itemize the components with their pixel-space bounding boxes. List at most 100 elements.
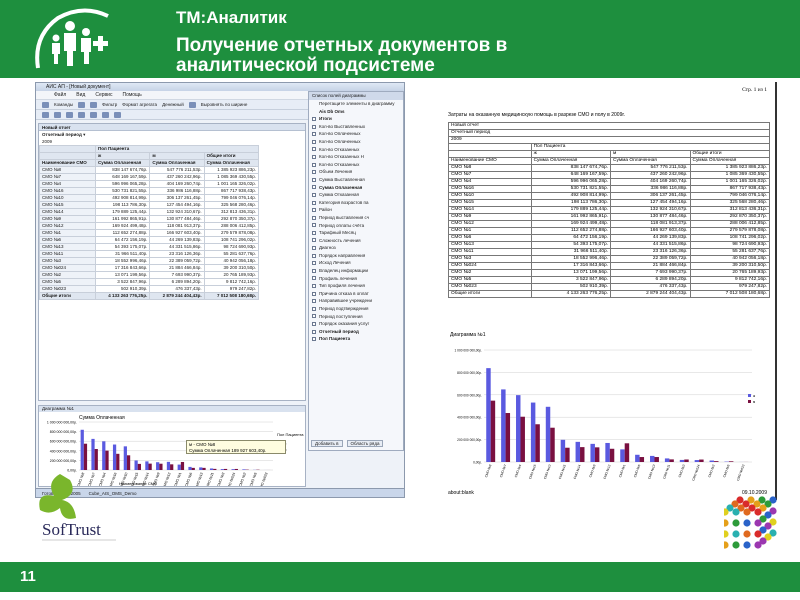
menu-file[interactable]: Файл <box>54 91 66 99</box>
filter-icon[interactable] <box>114 111 121 118</box>
checkbox[interactable] <box>312 329 316 334</box>
field-list-item[interactable]: Отчетный период <box>309 328 403 336</box>
checkbox[interactable] <box>312 208 316 213</box>
checkbox[interactable] <box>312 230 316 235</box>
table-row[interactable]: СМО №15 198 113 786,30р. 127 454 494,16р. 3… <box>39 201 260 209</box>
undo-icon[interactable] <box>42 111 49 118</box>
field-list-item[interactable]: Направившее учреждени <box>309 297 403 305</box>
field-list-item[interactable]: Владелец информации <box>309 267 403 275</box>
field-list-item[interactable]: Сложность лечения <box>309 237 403 245</box>
add-to-button[interactable]: Добавить в <box>311 440 343 447</box>
toolbar-aggregate-format[interactable]: Формат агрегата <box>122 102 157 107</box>
table-row[interactable]: СМО №4 596 996 065,28р. 404 169 260,74р. 1 … <box>39 180 260 188</box>
field-list-item[interactable]: Период оплаты счёта <box>309 222 403 230</box>
table-row[interactable]: СМО №6 64 472 156,19р. 44 269 139,83р. 108 … <box>39 236 260 244</box>
table-row[interactable]: СМО №024 17 316 843,66р. 21 884 466,84р. 39… <box>39 264 260 272</box>
menu-help[interactable]: Помощь <box>122 91 141 99</box>
sort-icon[interactable] <box>188 101 196 108</box>
field-list-item[interactable]: Итоги <box>309 115 403 123</box>
pivot-row-header[interactable]: Наименование СМО <box>39 159 97 167</box>
checkbox[interactable] <box>312 162 316 167</box>
table-icon[interactable] <box>78 111 85 118</box>
checkbox[interactable] <box>312 177 316 182</box>
checkbox[interactable] <box>312 124 316 129</box>
checkbox[interactable] <box>312 261 316 266</box>
checkbox[interactable] <box>312 306 316 311</box>
toolbar-align[interactable]: Выровнять по ширине <box>201 102 248 107</box>
table-row[interactable]: СМО №13 54 393 175,07р. 44 331 515,86р. 98 … <box>39 243 260 251</box>
checkbox[interactable] <box>312 116 316 121</box>
checkbox[interactable] <box>312 154 316 159</box>
refresh-icon[interactable] <box>102 111 109 118</box>
checkbox[interactable] <box>312 314 316 319</box>
field-list-item[interactable]: Порядок направления <box>309 252 403 260</box>
menu-service[interactable]: Сервис <box>95 91 112 99</box>
field-list-item[interactable]: Кол-во Отказанных <box>309 146 403 154</box>
checkbox[interactable] <box>312 215 316 220</box>
table-row[interactable]: СМО №2 13 071 199,56р. 7 693 990,37р. 20 76… <box>39 271 260 279</box>
field-list-item[interactable]: Кол-во Выставленных <box>309 123 403 131</box>
table-row[interactable]: СМО №14 179 889 125,44р. 132 924 310,67р. 3… <box>39 208 260 216</box>
toolbar-commands[interactable]: Команды <box>54 102 73 107</box>
checkbox[interactable] <box>312 192 316 197</box>
export-icon[interactable] <box>90 111 97 118</box>
field-list-item[interactable]: Кол-во Отказанных Н <box>309 153 403 161</box>
table-row[interactable]: СМО №10 492 908 814,99р. 306 137 261,45р. 7… <box>39 194 260 202</box>
checkbox[interactable] <box>312 200 316 205</box>
field-list-item[interactable]: Профиль лечения <box>309 275 403 283</box>
save-icon[interactable] <box>78 101 86 108</box>
field-list-item[interactable]: Тарифный Месяц <box>309 229 403 237</box>
pivot-group-label[interactable]: Пол Пациента <box>95 145 259 153</box>
checkbox[interactable] <box>312 147 316 152</box>
checkbox[interactable] <box>312 322 316 327</box>
table-row[interactable]: СМО №1 112 652 274,88р. 166 927 603,40р. 27… <box>39 229 260 237</box>
field-list-root[interactable]: Ais Db Oms <box>309 108 403 116</box>
pivot-filter[interactable]: Отчетный период ▾ <box>39 131 305 138</box>
field-list-item[interactable]: Кол-во Отказанных <box>309 161 403 169</box>
field-list-item[interactable]: Кол-во Оплаченных <box>309 130 403 138</box>
checkbox[interactable] <box>312 185 316 190</box>
field-list-item[interactable]: Район <box>309 206 403 214</box>
redo-icon[interactable] <box>54 111 61 118</box>
field-list-item[interactable]: Объем Лечения <box>309 168 403 176</box>
checkbox[interactable] <box>312 337 316 342</box>
table-row[interactable]: СМО №8 838 147 674,76р. 547 776 211,53р. 1 … <box>39 166 260 174</box>
field-list-item[interactable]: Кол-во Оплаченных <box>309 138 403 146</box>
field-list-item[interactable]: Порядок оказания услуг <box>309 320 403 328</box>
table-row[interactable]: СМО №9 161 992 865,91р. 130 877 484,46р. 29… <box>39 215 260 223</box>
checkbox[interactable] <box>312 284 316 289</box>
checkbox[interactable] <box>312 268 316 273</box>
checkbox[interactable] <box>312 139 316 144</box>
table-row[interactable]: СМО №5 3 522 847,96р. 6 289 894,20р. 9 812 … <box>39 278 260 286</box>
table-row[interactable]: СМО №16 530 731 821,55р. 336 986 116,88р. 8… <box>39 187 260 195</box>
field-list-item[interactable]: Пол Пациента <box>309 335 403 343</box>
checkbox[interactable] <box>312 246 316 251</box>
table-row[interactable]: СМО №3 18 552 996,46р. 22 389 059,72р. 40 9… <box>39 257 260 265</box>
field-list-item[interactable]: Период выставления сч <box>309 214 403 222</box>
checkbox[interactable] <box>312 276 316 281</box>
table-row[interactable]: СМО №023 502 910,39р. 476 337,43р. 979 247,… <box>39 285 260 293</box>
field-list-item[interactable]: Период поступления <box>309 313 403 321</box>
table-row[interactable]: СМО №11 31 966 511,40р. 23 316 126,36р. 55 … <box>39 250 260 258</box>
checkbox[interactable] <box>312 291 316 296</box>
field-list-item[interactable]: Категория возрастов па <box>309 199 403 207</box>
field-list-item[interactable]: Сумма Оплаченная <box>309 184 403 192</box>
field-list-item[interactable]: Сумма Выставленная <box>309 176 403 184</box>
chart-icon[interactable] <box>66 111 73 118</box>
field-list-item[interactable]: Причина отказа в оплат <box>309 290 403 298</box>
print-icon[interactable] <box>90 101 98 108</box>
area-select[interactable]: Область ряда <box>346 440 384 447</box>
field-list-item[interactable]: Тип профиля лечения <box>309 282 403 290</box>
checkbox[interactable] <box>312 170 316 175</box>
field-list-item[interactable]: Диагноз <box>309 244 403 252</box>
menu-view[interactable]: Вид <box>76 91 85 99</box>
field-list-item[interactable]: Период подтверждения <box>309 305 403 313</box>
table-row[interactable]: СМО №7 648 169 167,59р. 437 260 242,96р. 1 … <box>39 173 260 181</box>
toolbar-money-format[interactable]: Денежный <box>162 102 184 107</box>
toolbar-filter[interactable]: Фильтр <box>102 102 117 107</box>
checkbox[interactable] <box>312 238 316 243</box>
checkbox[interactable] <box>312 299 316 304</box>
field-list-item[interactable]: Исход Лечения <box>309 259 403 267</box>
checkbox[interactable] <box>312 253 316 258</box>
new-doc-icon[interactable] <box>42 101 49 108</box>
